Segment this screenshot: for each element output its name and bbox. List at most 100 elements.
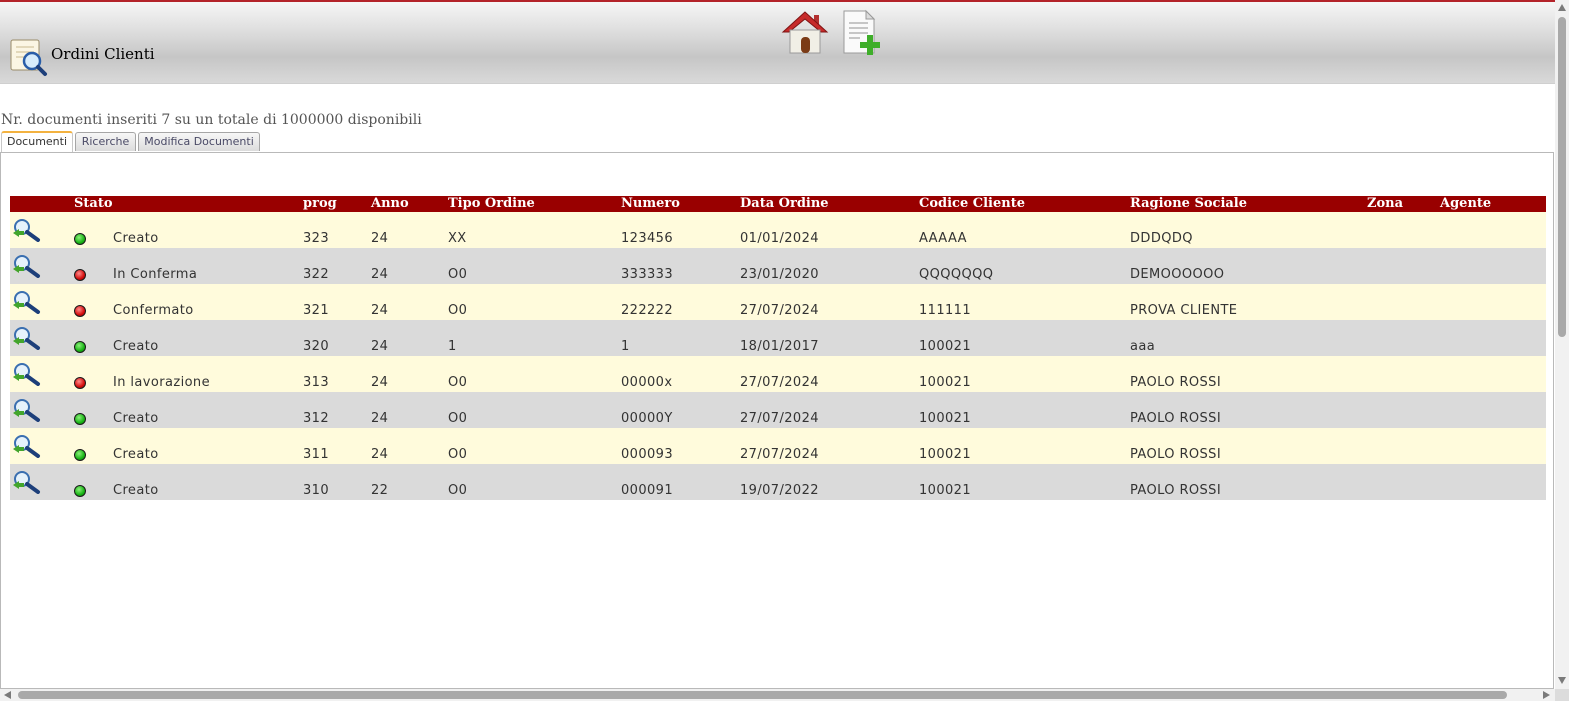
table-row[interactable]: Creato 320 24 1 1 18/01/2017 100021 aaa <box>10 320 1546 356</box>
scroll-down-arrow-icon[interactable] <box>1558 677 1566 684</box>
cell-stato: Creato <box>113 447 159 462</box>
open-document-icon[interactable] <box>11 290 41 314</box>
cell-numero: 000091 <box>621 483 674 498</box>
column-header-zona[interactable]: Zona <box>1367 196 1403 212</box>
vertical-scroll-thumb[interactable] <box>1558 17 1566 337</box>
page-header: Ordini Clienti <box>0 2 1555 84</box>
cell-prog: 312 <box>303 411 330 426</box>
column-header-agente[interactable]: Agente <box>1440 196 1491 212</box>
open-document-icon[interactable] <box>11 326 41 350</box>
tab-documenti[interactable]: Documenti <box>1 131 73 153</box>
status-dot-icon <box>74 305 86 317</box>
scroll-left-arrow-icon[interactable] <box>4 691 11 699</box>
table-row[interactable]: Creato 311 24 O0 000093 27/07/2024 100021 PAOLO… <box>10 428 1546 464</box>
cell-codice-cliente: 100021 <box>919 411 972 426</box>
cell-tipo-ordine: O0 <box>448 447 468 462</box>
cell-tipo-ordine: O0 <box>448 483 468 498</box>
cell-stato: Creato <box>113 339 159 354</box>
cell-data-ordine: 23/01/2020 <box>740 267 819 282</box>
column-header-tipo-ordine[interactable]: Tipo Ordine <box>448 196 535 212</box>
open-document-icon[interactable] <box>11 254 41 278</box>
cell-stato: Creato <box>113 483 159 498</box>
document-count-text: Nr. documenti inseriti 7 su un totale di… <box>1 112 422 128</box>
cell-anno: 24 <box>371 447 389 462</box>
cell-data-ordine: 01/01/2024 <box>740 231 819 246</box>
cell-numero: 123456 <box>621 231 674 246</box>
orders-table: Stato prog Anno Tipo Ordine Numero Data … <box>10 196 1546 500</box>
cell-anno: 24 <box>371 231 389 246</box>
cell-codice-cliente: 100021 <box>919 375 972 390</box>
cell-anno: 24 <box>371 375 389 390</box>
cell-numero: 1 <box>621 339 630 354</box>
cell-ragione-sociale: DEMOOOOOO <box>1130 267 1225 282</box>
column-header-numero[interactable]: Numero <box>621 196 680 212</box>
cell-ragione-sociale: PAOLO ROSSI <box>1130 411 1222 426</box>
cell-anno: 24 <box>371 339 389 354</box>
column-header-stato[interactable]: Stato <box>74 196 113 212</box>
cell-prog: 313 <box>303 375 330 390</box>
cell-data-ordine: 27/07/2024 <box>740 411 819 426</box>
cell-stato: Creato <box>113 411 159 426</box>
cell-numero: 333333 <box>621 267 674 282</box>
document-search-icon <box>8 37 48 77</box>
column-header-codice-cliente[interactable]: Codice Cliente <box>919 196 1025 212</box>
cell-prog: 323 <box>303 231 330 246</box>
open-document-icon[interactable] <box>11 470 41 494</box>
table-body: Creato 323 24 XX 123456 01/01/2024 AAAAA DDDQDQ… <box>10 212 1546 500</box>
cell-ragione-sociale: PAOLO ROSSI <box>1130 447 1222 462</box>
status-dot-icon <box>74 341 86 353</box>
column-header-ragione-sociale[interactable]: Ragione Sociale <box>1130 196 1247 212</box>
table-row[interactable]: In lavorazione 313 24 O0 00000x 27/07/2024 100… <box>10 356 1546 392</box>
cell-numero: 00000x <box>621 375 673 390</box>
table-row[interactable]: Confermato 321 24 O0 222222 27/07/2024 111111 P… <box>10 284 1546 320</box>
open-document-icon[interactable] <box>11 362 41 386</box>
cell-anno: 24 <box>371 411 389 426</box>
cell-codice-cliente: 100021 <box>919 483 972 498</box>
cell-prog: 320 <box>303 339 330 354</box>
open-document-icon[interactable] <box>11 434 41 458</box>
table-row[interactable]: In Conferma 322 24 O0 333333 23/01/2020 QQQQQQ… <box>10 248 1546 284</box>
cell-data-ordine: 18/01/2017 <box>740 339 819 354</box>
scroll-up-arrow-icon[interactable] <box>1558 4 1566 11</box>
column-header-prog[interactable]: prog <box>303 196 337 212</box>
horizontal-scrollbar[interactable] <box>0 689 1555 701</box>
cell-stato: Confermato <box>113 303 194 318</box>
vertical-scrollbar[interactable] <box>1555 0 1569 689</box>
cell-anno: 24 <box>371 267 389 282</box>
cell-numero: 00000Y <box>621 411 673 426</box>
cell-tipo-ordine: 1 <box>448 339 457 354</box>
cell-stato: Creato <box>113 231 159 246</box>
page-title: Ordini Clienti <box>51 45 155 63</box>
tab-ricerche[interactable]: Ricerche <box>75 132 136 151</box>
horizontal-scroll-thumb[interactable] <box>18 691 1507 699</box>
cell-tipo-ordine: XX <box>448 231 467 246</box>
tab-modifica-documenti[interactable]: Modifica Documenti <box>138 132 260 151</box>
cell-anno: 24 <box>371 303 389 318</box>
cell-codice-cliente: 111111 <box>919 303 972 318</box>
cell-numero: 222222 <box>621 303 674 318</box>
scroll-right-arrow-icon[interactable] <box>1543 691 1550 699</box>
cell-data-ordine: 27/07/2024 <box>740 303 819 318</box>
open-document-icon[interactable] <box>11 398 41 422</box>
table-row[interactable]: Creato 310 22 O0 000091 19/07/2022 100021 PAOLO… <box>10 464 1546 500</box>
scrollbar-corner <box>1555 689 1569 701</box>
cell-prog: 322 <box>303 267 330 282</box>
open-document-icon[interactable] <box>11 218 41 242</box>
cell-prog: 310 <box>303 483 330 498</box>
new-document-icon[interactable] <box>838 9 886 57</box>
cell-tipo-ordine: O0 <box>448 375 468 390</box>
table-header: Stato prog Anno Tipo Ordine Numero Data … <box>10 196 1546 212</box>
cell-codice-cliente: 100021 <box>919 339 972 354</box>
cell-ragione-sociale: PAOLO ROSSI <box>1130 483 1222 498</box>
table-row[interactable]: Creato 323 24 XX 123456 01/01/2024 AAAAA DDDQDQ <box>10 212 1546 248</box>
table-row[interactable]: Creato 312 24 O0 00000Y 27/07/2024 100021 PAOLO… <box>10 392 1546 428</box>
home-icon[interactable] <box>781 9 829 57</box>
cell-ragione-sociale: DDDQDQ <box>1130 231 1193 246</box>
column-header-anno[interactable]: Anno <box>371 196 409 212</box>
cell-codice-cliente: AAAAA <box>919 231 967 246</box>
cell-data-ordine: 27/07/2024 <box>740 375 819 390</box>
column-header-data-ordine[interactable]: Data Ordine <box>740 196 829 212</box>
cell-codice-cliente: QQQQQQQ <box>919 267 994 282</box>
cell-prog: 311 <box>303 447 330 462</box>
cell-codice-cliente: 100021 <box>919 447 972 462</box>
